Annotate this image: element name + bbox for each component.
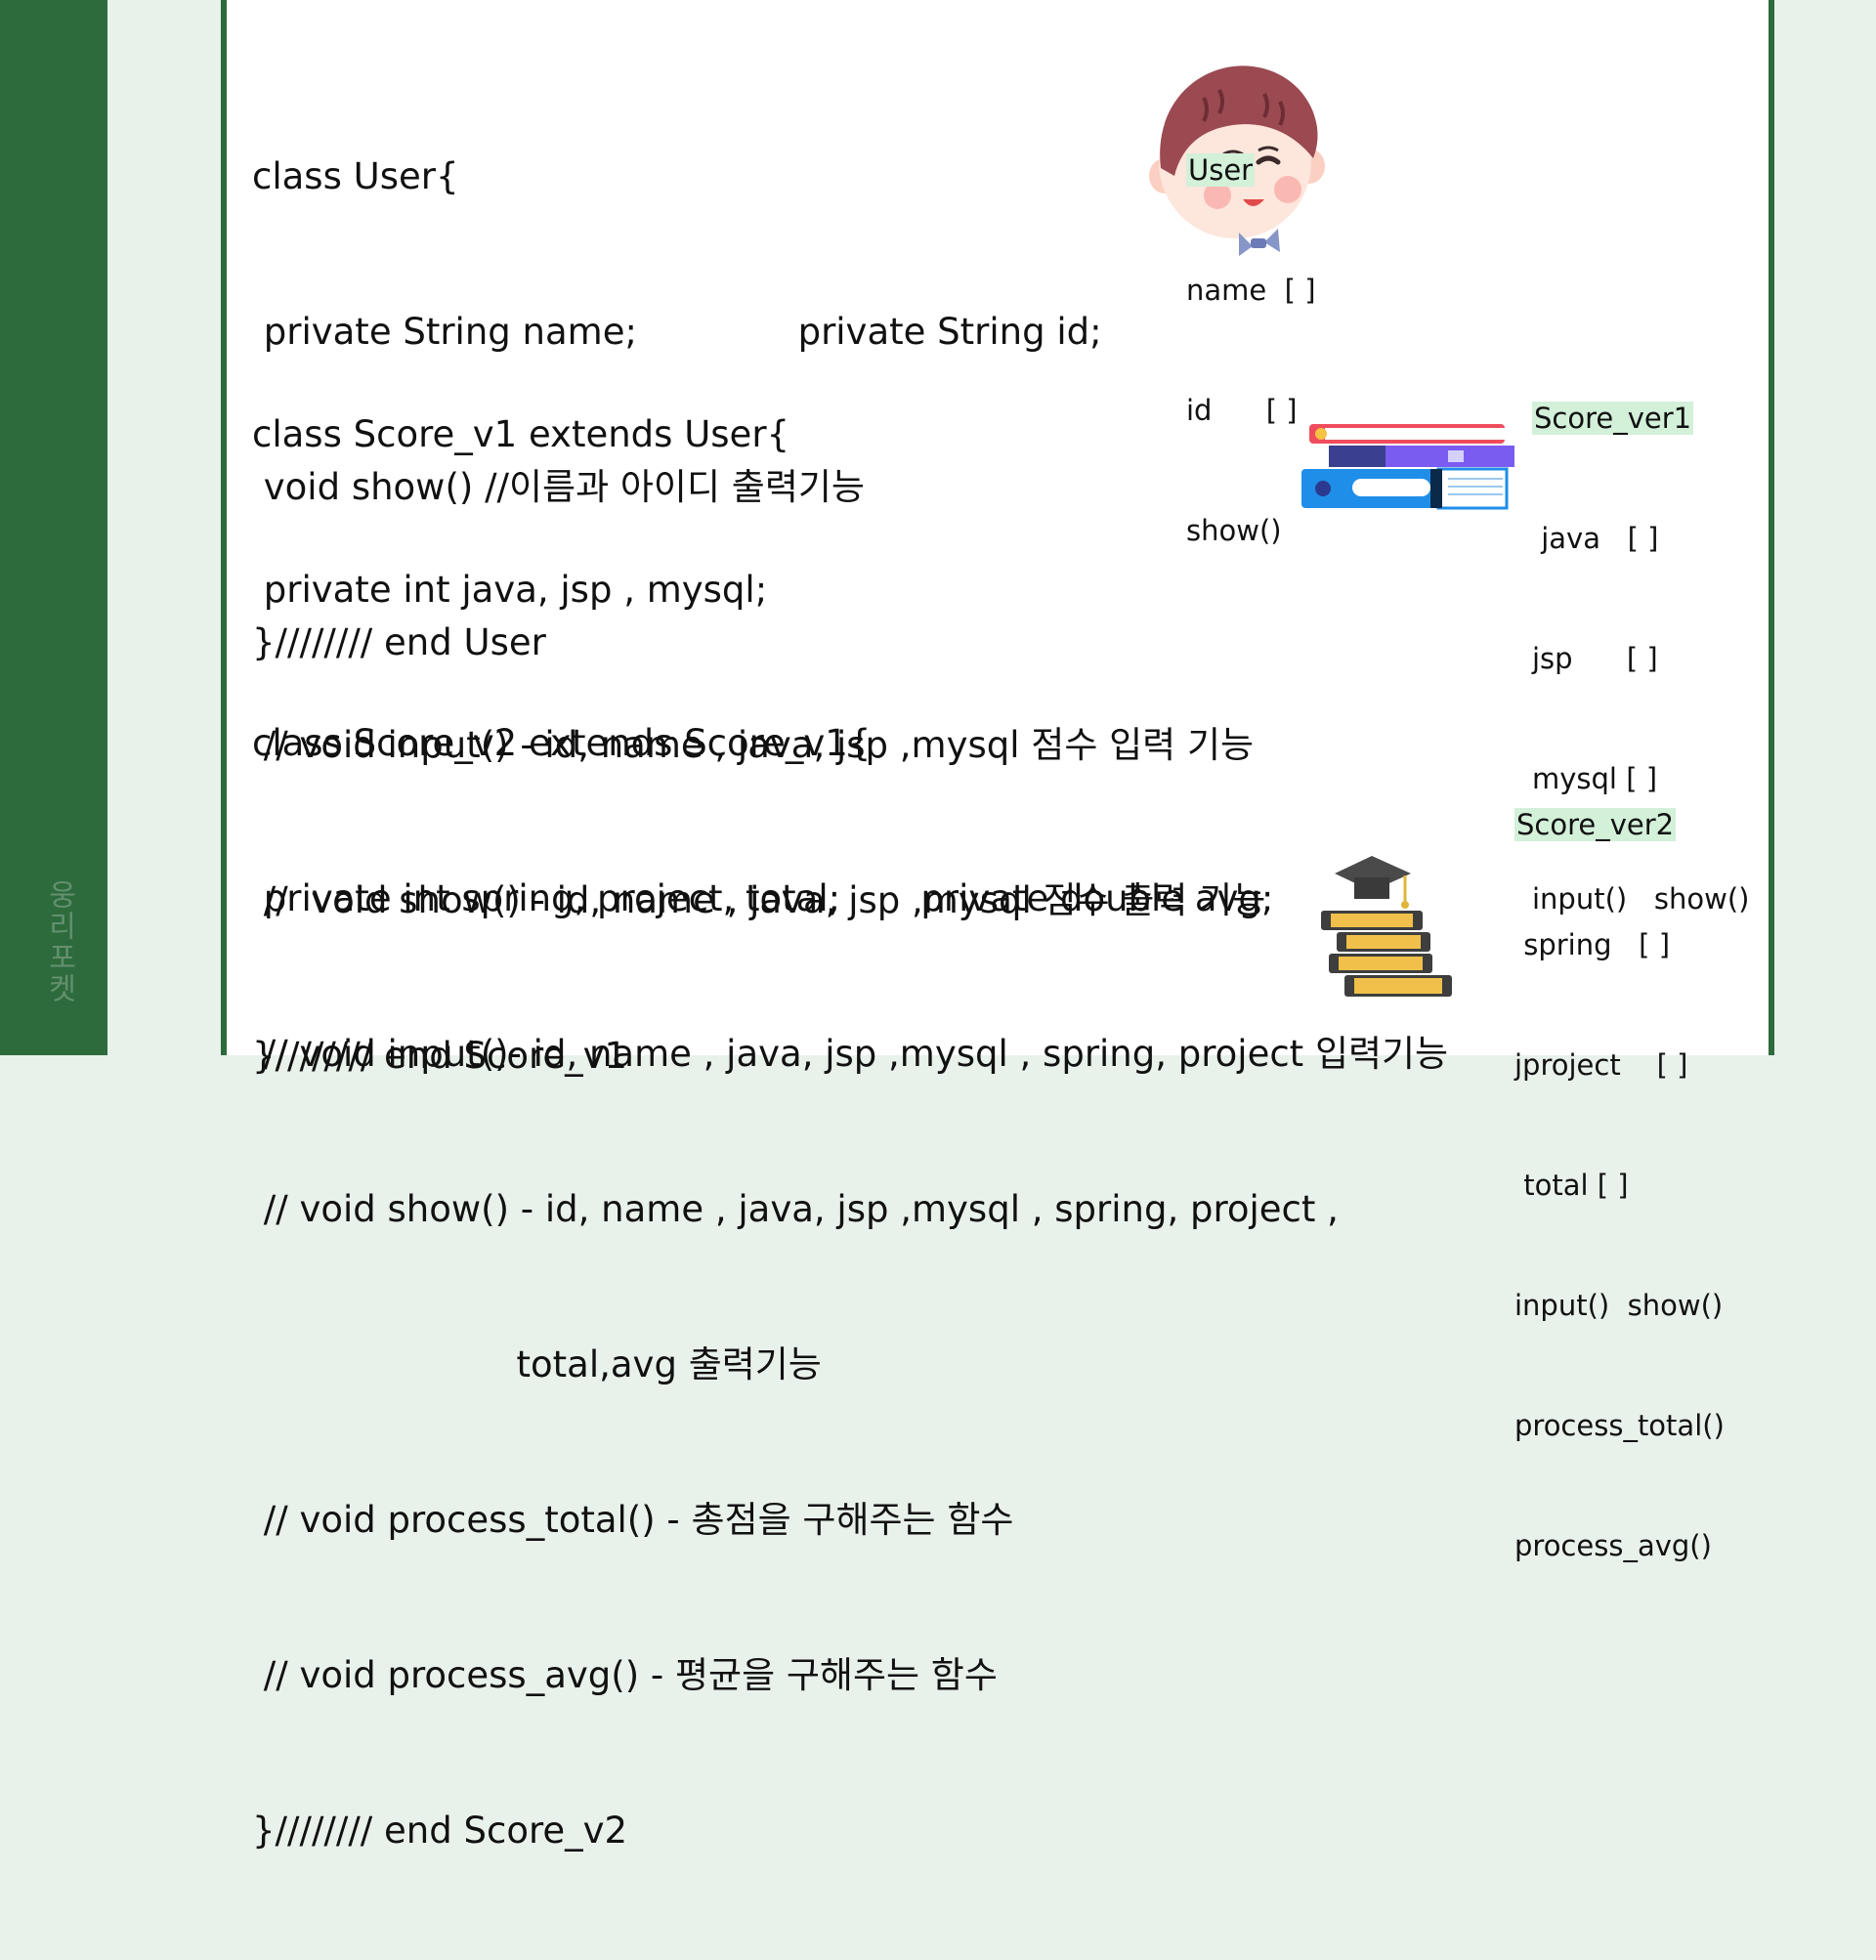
code-line: // void input()- id, name , java, jsp ,m… [252, 1033, 1449, 1075]
code-line: private int java, jsp , mysql; [252, 569, 768, 611]
graduation-books-icon [1321, 856, 1452, 997]
panel-item: spring [ ] [1514, 928, 1671, 961]
right-margin-band [1778, 0, 1876, 1055]
panel-score-ver2: Score_ver2 spring [ ] jproject [ ] total… [1514, 725, 1725, 1646]
books-stack-icon [1301, 424, 1514, 510]
watermark: 웅리포켓 [42, 879, 76, 1004]
panel-title: Score_ver1 [1532, 402, 1694, 435]
panel-item: jproject [ ] [1514, 1048, 1688, 1082]
panel-item: input() show() [1514, 1289, 1724, 1322]
code-line: // void show() - id, name , java, jsp ,m… [252, 1188, 1339, 1230]
code-line: class Score_v2 extends Score_v1{ [252, 722, 872, 764]
panel-item: total [ ] [1514, 1169, 1629, 1202]
panel-item: process_total() [1514, 1409, 1725, 1442]
code-line: // void process_avg() - 평균을 구해주는 함수 [252, 1654, 998, 1696]
slide-card: class User{ private String name; private… [221, 0, 1774, 1852]
code-line: class Score_v1 extends User{ [252, 413, 790, 455]
code-block-score-v2: class Score_v2 extends Score_v1{ private… [252, 614, 1448, 1960]
code-line: // void process_total() - 총점을 구해주는 함수 [252, 1499, 1014, 1541]
code-line: total,avg 출력기능 [252, 1343, 822, 1385]
code-line: private int spring, project, total; priv… [252, 877, 1274, 919]
panel-item: jsp [ ] [1532, 642, 1658, 675]
panel-item: process_avg() [1514, 1529, 1712, 1562]
panel-item: java [ ] [1532, 522, 1659, 555]
code-line: }//////// end Score_v2 [252, 1810, 628, 1852]
panel-title: Score_ver2 [1514, 808, 1677, 841]
panel-title: User [1186, 153, 1256, 187]
code-line: class User{ [252, 155, 459, 197]
